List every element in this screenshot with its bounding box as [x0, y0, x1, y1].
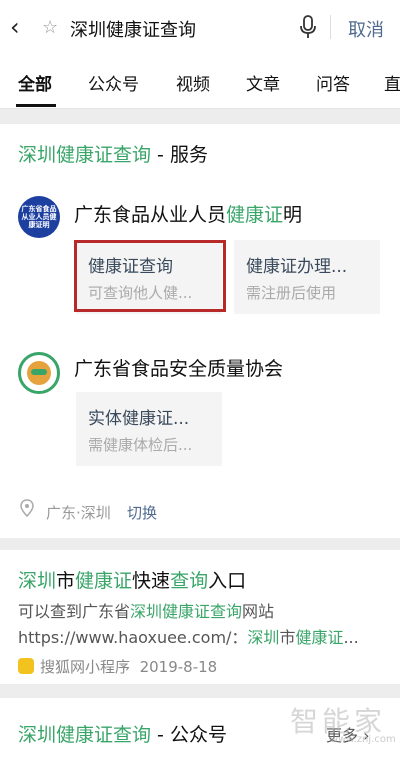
provider-name[interactable]: 广东省食品安全质量协会: [74, 354, 283, 381]
location-text: 广东·深圳: [46, 504, 111, 522]
tab-official-accounts[interactable]: 公众号: [88, 70, 139, 95]
divider: [330, 15, 331, 39]
official-section-title[interactable]: 深圳健康证查询 - 公众号: [18, 720, 227, 747]
services-section-title[interactable]: 深圳健康证查询 - 服务: [18, 140, 208, 167]
logo-mark: [31, 369, 47, 375]
location-pin-icon: [20, 499, 34, 517]
result-title[interactable]: 深圳市健康证快速查询入口: [18, 566, 246, 593]
tab-more[interactable]: 直: [384, 70, 400, 95]
search-bar: [0, 0, 400, 54]
provider-logo: [18, 352, 60, 394]
services-card: [0, 124, 400, 538]
tab-bar: 全部 公众号 视频 文章 问答 直: [0, 54, 400, 109]
active-tab-indicator: [16, 104, 56, 107]
star-icon[interactable]: ☆: [42, 17, 58, 38]
result-source: 搜狐网小程序 2019-8-18: [40, 658, 218, 676]
provider-name[interactable]: 广东食品从业人员健康证明: [74, 200, 302, 227]
search-input[interactable]: 深圳健康证查询: [70, 16, 196, 42]
back-arrow-icon[interactable]: ‹: [10, 13, 20, 41]
result-url: https://www.haoxuee.com/：深圳市健康证...: [18, 628, 359, 647]
tab-articles[interactable]: 文章: [246, 70, 280, 95]
provider-logo: 广东省食品从业人员健康证明: [18, 196, 60, 238]
switch-location-button[interactable]: 切换: [127, 502, 157, 523]
tab-all[interactable]: 全部: [18, 70, 52, 95]
watermark-url: www.znj.com: [330, 734, 396, 745]
result-description: 可以查到广东省深圳健康证查询网站: [18, 602, 275, 621]
service-physical-cert[interactable]: 实体健康证... 需健康体检后...: [76, 392, 222, 466]
cancel-button[interactable]: 取消: [348, 16, 384, 42]
service-health-cert-apply[interactable]: 健康证办理... 需注册后使用: [234, 240, 380, 314]
tab-videos[interactable]: 视频: [176, 70, 210, 95]
tab-qa[interactable]: 问答: [316, 70, 350, 95]
highlight-box: [74, 240, 226, 312]
microphone-icon[interactable]: [298, 14, 318, 40]
source-icon: [18, 658, 34, 674]
